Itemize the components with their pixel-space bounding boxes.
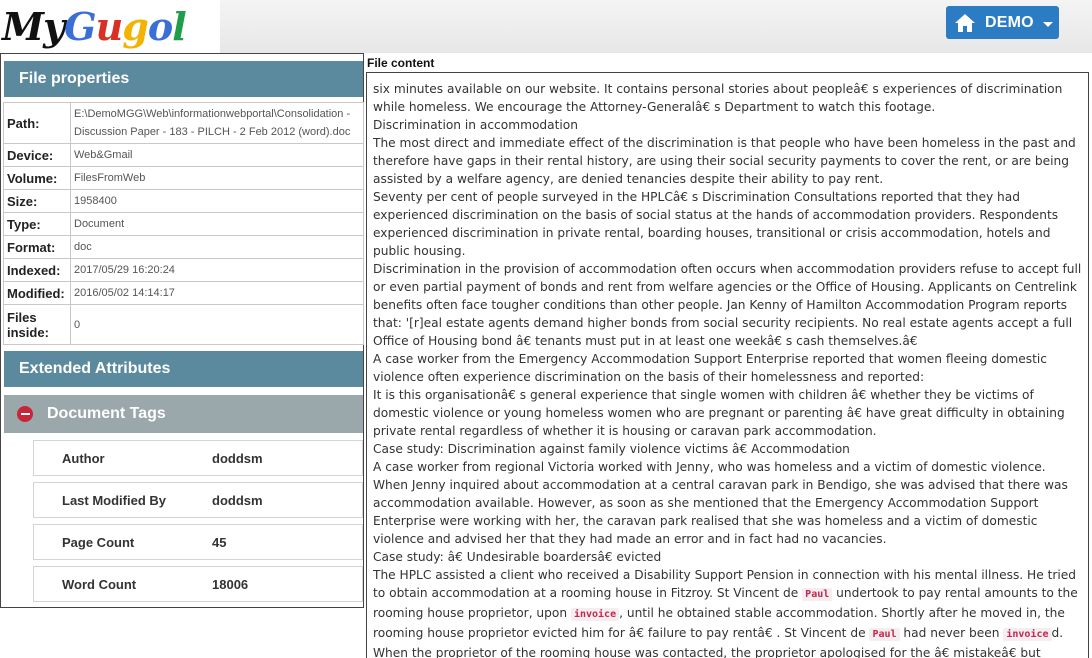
content-paragraph: It is this organisationâ€ s general expe… [373,388,1065,438]
content-paragraph: A case worker from regional Victoria wor… [373,460,1068,546]
property-value: E:\DemoMGG\Web\informationwebportal\Cons… [70,102,364,144]
content-paragraph-highlighted: The HPLC assisted a client who received … [373,566,1082,658]
property-key: Modified: [3,281,71,305]
property-value: 1958400 [70,189,364,213]
extended-attributes-title: Extended Attributes [19,360,171,377]
file-info-panel: File properties Path: E:\DemoMGG\Web\inf… [0,53,364,608]
tag-key: Last Modified By [62,492,167,508]
property-row-modified: Modified: 2016/05/02 14:14:17 [3,281,364,305]
tag-key: Author [62,450,105,466]
property-row-format: Format: doc [3,235,364,259]
content-paragraph: Case study: Discrimination against famil… [373,442,850,456]
tag-row-word-count: Word Count 18006 [33,566,363,602]
app-logo[interactable]: MyGugol [0,0,220,53]
property-value: doc [70,235,364,259]
property-key: Format: [3,235,71,259]
tag-row-author: Author doddsm [33,440,363,476]
property-value: Document [70,212,364,236]
file-properties-table: Path: E:\DemoMGG\Web\informationwebporta… [3,102,364,345]
property-row-type: Type: Document [3,212,364,236]
content-paragraph: Discrimination in the provision of accom… [373,262,1082,348]
property-key: Type: [3,212,71,236]
property-row-files-inside: Files inside: 0 [3,304,364,345]
home-icon [955,13,975,32]
content-paragraph: A case worker from the Emergency Accommo… [373,352,1048,384]
tag-value: 18006 [212,576,249,592]
tag-row-page-count: Page Count 45 [33,524,363,560]
content-paragraph: Discrimination in accommodation [373,118,578,132]
tag-key: Page Count [62,534,135,550]
user-menu-button[interactable]: DEMO [946,6,1059,39]
tag-value: 45 [212,534,227,550]
property-value: 2016/05/02 14:14:17 [70,281,364,305]
document-tags-title: Document Tags [47,405,166,422]
property-value: 2017/05/29 16:20:24 [70,258,364,282]
tag-value: doddsm [212,492,263,508]
tag-key: Word Count [62,576,137,592]
extended-attributes-header[interactable]: Extended Attributes [4,351,363,387]
content-paragraph: six minutes available on our website. It… [373,82,1063,114]
file-properties-header[interactable]: File properties [4,61,363,97]
search-highlight: invoice [1003,628,1052,641]
search-highlight: Paul [802,588,833,601]
property-row-volume: Volume: FilesFromWeb [3,166,364,190]
property-value: 0 [70,304,364,345]
content-paragraph: The most direct and immediate effect of … [373,136,1076,186]
file-properties-title: File properties [19,70,130,87]
property-row-size: Size: 1958400 [3,189,364,213]
user-menu-label: DEMO [985,13,1034,31]
collapse-icon[interactable] [17,406,33,422]
property-key: Volume: [3,166,71,190]
tag-row-last-modified-by: Last Modified By doddsm [33,482,363,518]
file-content-title: File content [367,56,435,70]
file-content-pane[interactable]: six minutes available on our website. It… [366,72,1089,658]
search-highlight: Paul [869,628,900,641]
tag-value: doddsm [212,450,263,466]
property-row-path: Path: E:\DemoMGG\Web\informationwebporta… [3,102,364,144]
property-row-device: Device: Web&Gmail [3,143,364,167]
property-key: Indexed: [3,258,71,282]
chevron-down-icon [1042,22,1053,27]
property-value: FilesFromWeb [70,166,364,190]
property-key: Files inside: [3,304,71,345]
content-text: had never been [899,626,1004,640]
property-value: Web&Gmail [70,143,364,167]
property-key: Device: [3,143,71,167]
property-key: Path: [3,102,71,144]
svg-text:MyGugol: MyGugol [0,4,186,49]
document-tags-header[interactable]: Document Tags [4,395,363,433]
property-row-indexed: Indexed: 2017/05/29 16:20:24 [3,258,364,282]
content-paragraph: Seventy per cent of people surveyed in t… [373,190,1059,258]
content-paragraph: Case study: â€ Undesirable boardersâ€ ev… [373,550,662,564]
search-highlight: invoice [570,608,620,621]
property-key: Size: [3,189,71,213]
